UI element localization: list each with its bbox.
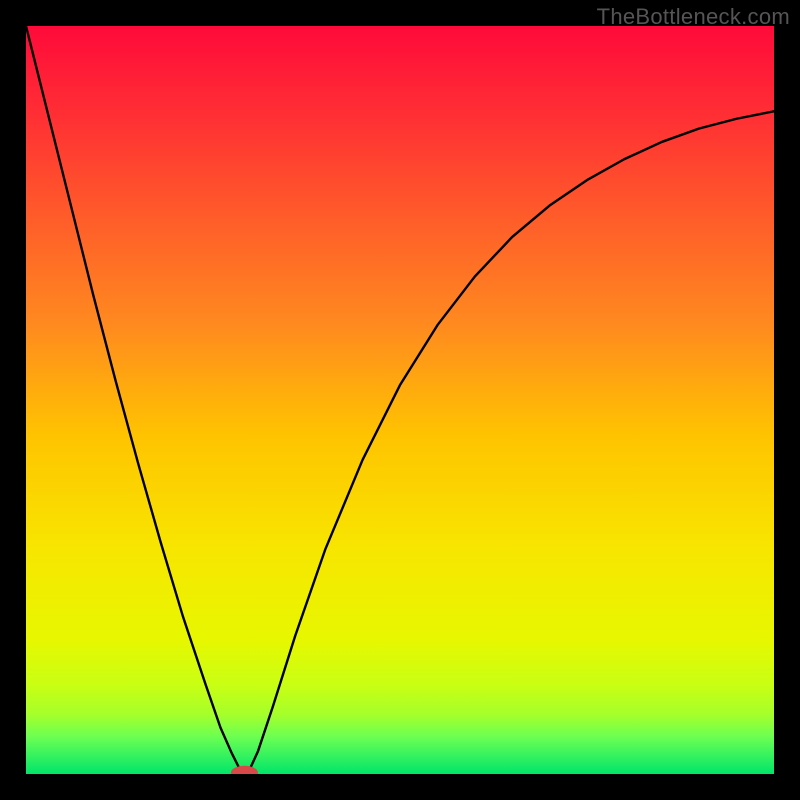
chart-background — [26, 26, 774, 774]
chart-svg — [26, 26, 774, 774]
chart-frame — [26, 26, 774, 774]
